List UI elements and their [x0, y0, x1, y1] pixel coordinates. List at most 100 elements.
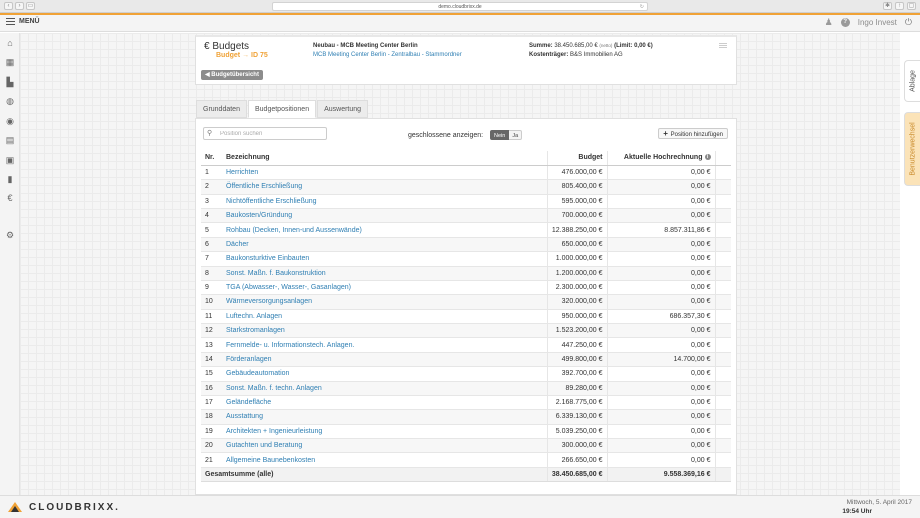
row-name: Allgemeine Baunebenkosten: [222, 452, 547, 468]
toggle-no[interactable]: Nein: [490, 130, 510, 140]
project-name: Neubau - MCB Meeting Center Berlin: [313, 43, 418, 49]
row-name: Herrichten: [222, 165, 547, 181]
table-row[interactable]: 15 Gebäudeautomation 392.700,00 €0,00 €: [201, 366, 731, 382]
address-bar[interactable]: demo.cloudbrixx.de ↻: [272, 2, 648, 11]
table-row[interactable]: 4 Baukosten/Gründung 700.000,00 €0,00 €: [201, 208, 731, 224]
row-nr: 6: [201, 237, 222, 253]
back-arrow-icon[interactable]: ‹: [4, 2, 13, 10]
info-icon[interactable]: i: [704, 154, 711, 161]
kost-value: B&S Immobilien AG: [570, 52, 623, 58]
row-name-link[interactable]: Gutachten und Beratung: [226, 442, 302, 449]
row-name-link[interactable]: Architekten + Ingenieurleistung: [226, 428, 322, 435]
tabs-icon[interactable]: ▢: [907, 2, 916, 10]
table-row[interactable]: 3 Nichtöffentliche Erschließung 595.000,00…: [201, 194, 731, 210]
add-position-button[interactable]: + Position hinzufügen: [658, 128, 728, 139]
table-row[interactable]: 20 Gutachten und Beratung 300.000,00 €0,00…: [201, 438, 731, 454]
power-icon[interactable]: ⏻: [905, 17, 912, 28]
row-name-link[interactable]: TGA (Abwasser-, Wasser-, Gasanlagen): [226, 284, 351, 291]
dashboard-icon[interactable]: ▦: [5, 58, 15, 67]
row-name-link[interactable]: Förderanlagen: [226, 356, 272, 363]
table-row[interactable]: 10 Wärmeversorgungsanlagen 320.000,00 €0,0…: [201, 294, 731, 310]
budget-label: Budget: [216, 52, 241, 59]
table-row[interactable]: 17 Geländefläche 2.168.775,00 €0,00 €: [201, 395, 731, 411]
row-name-link[interactable]: Baukonsturktive Einbauten: [226, 255, 309, 262]
row-forecast: 0,00 €: [606, 438, 715, 454]
reload-icon[interactable]: ↻: [640, 3, 644, 11]
ablage-tab[interactable]: Ablage: [904, 60, 920, 102]
row-budget: 1.000.000,00 €: [546, 251, 607, 267]
total-forecast: 9.558.369,16 €: [606, 467, 715, 483]
row-name: Baukosten/Gründung: [222, 208, 547, 224]
camera-icon[interactable]: ◉: [5, 117, 15, 126]
table-row[interactable]: 12 Starkstromanlagen 1.523.200,00 €0,00 €: [201, 323, 731, 339]
euro-icon[interactable]: €: [5, 194, 15, 203]
row-name-link[interactable]: Sonst. Maßn. f. Baukonstruktion: [226, 270, 326, 277]
row-budget: 476.000,00 €: [546, 165, 607, 181]
table-row[interactable]: 5 Rohbau (Decken, Innen-und Aussenwände) 1…: [201, 222, 731, 238]
row-name-link[interactable]: Starkstromanlagen: [226, 327, 285, 334]
current-date: Mittwoch, 5. April 2017: [846, 499, 912, 506]
forward-arrow-icon[interactable]: ›: [15, 2, 24, 10]
extension-icon[interactable]: ✱: [883, 2, 892, 10]
row-name: Sonst. Maßn. f. techn. Anlagen: [222, 381, 547, 396]
table-row[interactable]: 14 Förderanlagen 499.800,00 €14.700,00 €: [201, 352, 731, 368]
user-name[interactable]: Ingo Invest: [858, 18, 897, 27]
project-link[interactable]: MCB Meeting Center Berlin - Zentralbau -…: [313, 52, 462, 58]
current-time: 19:54 Uhr: [842, 508, 872, 515]
row-name-link[interactable]: Nichtöffentliche Erschließung: [226, 198, 317, 205]
notification-icon[interactable]: ♟: [825, 17, 833, 28]
search-input[interactable]: [220, 129, 324, 139]
row-name-link[interactable]: Herrichten: [226, 169, 258, 176]
table-row[interactable]: 9 TGA (Abwasser-, Wasser-, Gasanlagen) 2.3…: [201, 280, 731, 296]
row-name-link[interactable]: Ausstattung: [226, 413, 263, 420]
table-row[interactable]: 6 Dächer 650.000,00 €0,00 €: [201, 237, 731, 253]
row-name: Dächer: [222, 237, 547, 253]
tab-auswertung[interactable]: Auswertung: [317, 100, 369, 118]
sidebar-toggle-icon[interactable]: ▭: [26, 2, 35, 10]
benutzerwechsel-tab[interactable]: Benutzerwechsel: [904, 112, 920, 186]
table-row[interactable]: 7 Baukonsturktive Einbauten 1.000.000,00 €…: [201, 251, 731, 267]
row-name-link[interactable]: Gebäudeautomation: [226, 370, 289, 377]
header-menu-icon[interactable]: [719, 43, 727, 48]
row-budget: 12.388.250,00 €: [546, 222, 607, 238]
table-row[interactable]: 8 Sonst. Maßn. f. Baukonstruktion 1.200.00…: [201, 266, 731, 281]
row-name-link[interactable]: Rohbau (Decken, Innen-und Aussenwände): [226, 227, 362, 234]
row-name-link[interactable]: Allgemeine Baunebenkosten: [226, 457, 315, 464]
row-name-link[interactable]: Fernmelde- u. Informationstech. Anlagen.: [226, 342, 354, 349]
image-icon[interactable]: ▣: [5, 156, 15, 165]
ablage-tab-label: Ablage: [909, 70, 916, 92]
table-row[interactable]: 13 Fernmelde- u. Informationstech. Anlage…: [201, 337, 731, 353]
toggle-yes[interactable]: Ja: [509, 130, 523, 140]
row-name-link[interactable]: Geländefläche: [226, 399, 271, 406]
row-name-link[interactable]: Öffentliche Erschließung: [226, 183, 302, 190]
messages-icon[interactable]: ◍: [5, 97, 15, 106]
buildings-icon[interactable]: ▙: [5, 78, 15, 87]
documents-icon[interactable]: ▤: [5, 136, 15, 145]
row-name-link[interactable]: Sonst. Maßn. f. techn. Anlagen: [226, 385, 322, 392]
sum-label: Summe:: [529, 43, 553, 49]
home-icon[interactable]: ⌂: [5, 39, 15, 48]
book-icon[interactable]: ▮: [5, 175, 15, 184]
table-row[interactable]: 2 Öffentliche Erschließung 805.400,00 €0,0…: [201, 179, 731, 195]
tab-grunddaten[interactable]: Grunddaten: [196, 100, 247, 118]
row-name-link[interactable]: Baukosten/Gründung: [226, 212, 292, 219]
tab-budgetpositionen[interactable]: Budgetpositionen: [247, 100, 317, 118]
row-name-link[interactable]: Wärmeversorgungsanlagen: [226, 298, 312, 305]
row-forecast: 8.857.311,86 €: [606, 222, 715, 238]
table-row[interactable]: 21 Allgemeine Baunebenkosten 266.650,00 €0…: [201, 452, 731, 468]
table-row[interactable]: 11 Luftechn. Anlagen 950.000,00 €686.357,3…: [201, 309, 731, 325]
table-row[interactable]: 18 Ausstattung 6.339.130,00 €0,00 €: [201, 409, 731, 425]
table-row[interactable]: 19 Architekten + Ingenieurleistung 5.039.2…: [201, 424, 731, 440]
share-icon[interactable]: ↑: [895, 2, 904, 10]
row-name-link[interactable]: Dächer: [226, 241, 249, 248]
row-actions: [714, 337, 731, 353]
help-icon[interactable]: ?: [840, 18, 850, 27]
menu-button[interactable]: MENÜ: [6, 18, 40, 25]
back-arrow-icon: ◀: [205, 72, 210, 78]
back-to-overview-button[interactable]: ◀ Budgetübersicht: [201, 70, 263, 80]
settings-icon[interactable]: ⚙: [5, 231, 15, 240]
table-row[interactable]: 16 Sonst. Maßn. f. techn. Anlagen 89.280,0…: [201, 381, 731, 396]
row-name-link[interactable]: Luftechn. Anlagen: [226, 313, 282, 320]
row-name: Nichtöffentliche Erschließung: [222, 194, 547, 210]
table-row[interactable]: 1 Herrichten 476.000,00 €0,00 €: [201, 165, 731, 181]
